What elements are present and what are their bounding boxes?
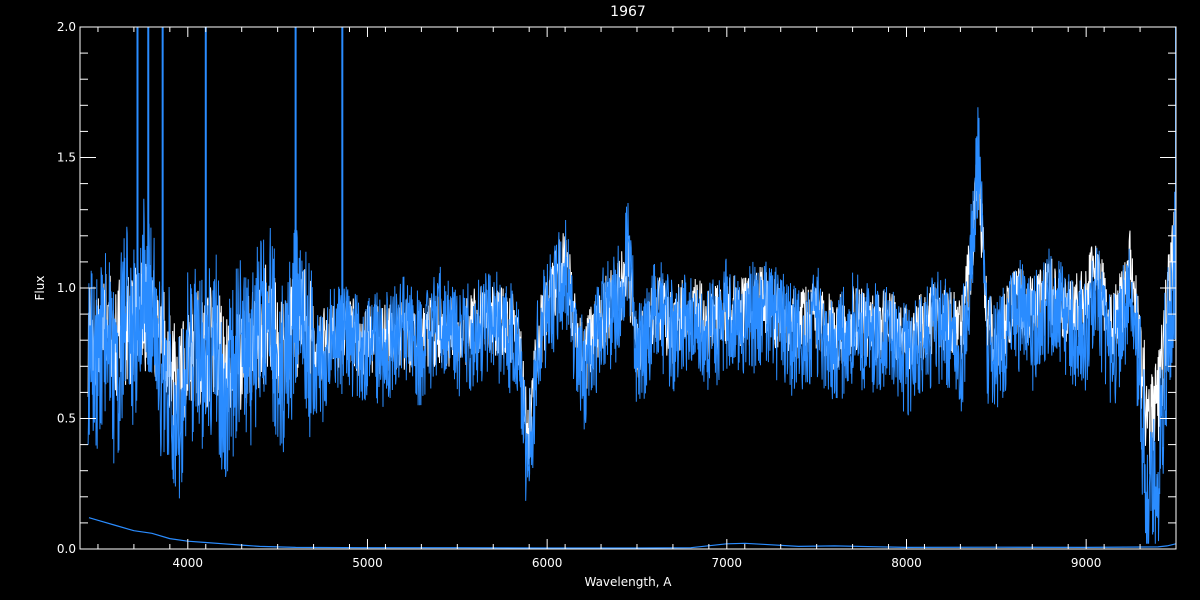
y-tick-label: 1.5 [57,151,76,165]
spectrum-chart: 1967 4000 5000 6000 7000 8000 9000 0.0 0.5 1.0 1… [0,0,1200,600]
x-tick-label: 5000 [352,556,383,570]
chart-title: 1967 [610,4,646,20]
y-axis-title: Flux [33,276,47,301]
x-tick-label: 8000 [891,556,922,570]
y-tick-label: 2.0 [57,20,76,34]
x-tick-label: 6000 [532,556,563,570]
y-tick-label: 0.0 [57,542,76,556]
y-tick-label: 1.0 [57,281,76,295]
y-tick-label: 0.5 [57,412,76,426]
x-tick-label: 7000 [712,556,743,570]
x-axis-title: Wavelength, A [584,575,672,589]
x-tick-label: 4000 [173,556,204,570]
x-tick-label: 9000 [1071,556,1102,570]
